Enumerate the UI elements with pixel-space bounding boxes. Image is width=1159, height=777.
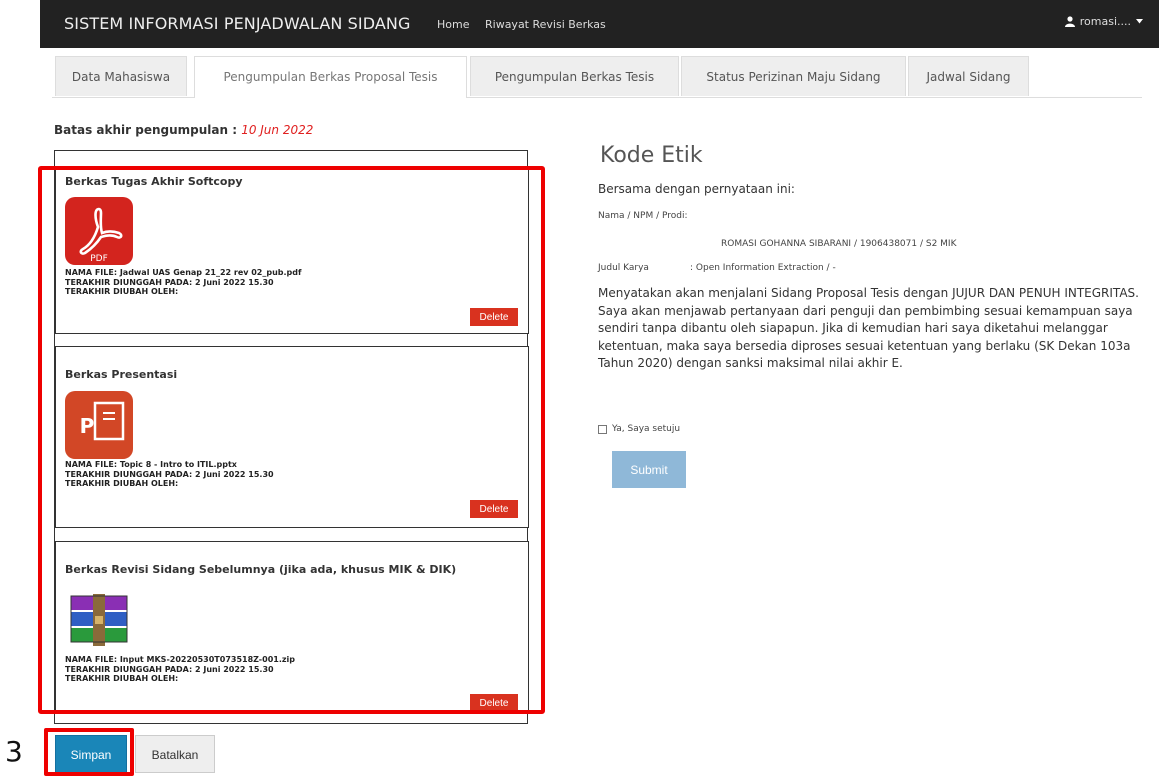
top-navbar: SISTEM INFORMASI PENJADWALAN SIDANG Home… bbox=[40, 0, 1159, 48]
nama-label: Nama / NPM / Prodi: bbox=[598, 211, 688, 221]
tab-data-mahasiswa[interactable]: Data Mahasiswa bbox=[55, 56, 187, 96]
user-icon bbox=[1064, 16, 1075, 27]
tab-pengumpulan-berkas-tesis[interactable]: Pengumpulan Berkas Tesis bbox=[470, 56, 679, 96]
tab-status-perizinan[interactable]: Status Perizinan Maju Sidang bbox=[681, 56, 906, 96]
submit-button[interactable]: Submit bbox=[612, 451, 686, 488]
deadline-text: Batas akhir pengumpulan : bbox=[54, 123, 242, 137]
nama-value: ROMASI GOHANNA SIBARANI / 1906438071 / S… bbox=[721, 239, 957, 249]
agree-checkbox[interactable] bbox=[598, 424, 607, 434]
tab-pengumpulan-berkas-proposal[interactable]: Pengumpulan Berkas Proposal Tesis bbox=[194, 56, 467, 98]
agree-label: Ya, Saya setuju bbox=[612, 424, 681, 434]
app-brand[interactable]: SISTEM INFORMASI PENJADWALAN SIDANG bbox=[64, 14, 410, 33]
batalkan-button[interactable]: Batalkan bbox=[135, 735, 215, 773]
agree-checkbox-row[interactable]: Ya, Saya setuju bbox=[598, 424, 680, 434]
deadline-date: 10 Jun 2022 bbox=[241, 123, 314, 137]
user-menu[interactable]: romasi.... bbox=[1064, 15, 1143, 28]
tab-jadwal-sidang[interactable]: Jadwal Sidang bbox=[908, 56, 1029, 96]
kode-etik-intro: Bersama dengan pernyataan ini: bbox=[598, 182, 795, 196]
nav-home[interactable]: Home bbox=[437, 18, 469, 31]
annotation-highlight-files bbox=[38, 166, 545, 714]
annotation-mark bbox=[0, 420, 4, 434]
judul-label: Judul Karya bbox=[598, 263, 649, 273]
tab-bar: Data Mahasiswa Pengumpulan Berkas Propos… bbox=[52, 56, 1142, 98]
kode-etik-title: Kode Etik bbox=[600, 143, 703, 168]
annotation-step-number: 3 bbox=[5, 735, 23, 768]
statement-paragraph: Menyatakan akan menjalani Sidang Proposa… bbox=[598, 286, 1139, 371]
annotation-highlight-simpan bbox=[44, 728, 134, 776]
deadline-label: Batas akhir pengumpulan : 10 Jun 2022 bbox=[54, 123, 313, 137]
caret-down-icon bbox=[1136, 19, 1143, 24]
judul-value: : Open Information Extraction / - bbox=[690, 263, 836, 273]
user-name: romasi.... bbox=[1079, 15, 1131, 28]
nav-riwayat-revisi[interactable]: Riwayat Revisi Berkas bbox=[485, 18, 606, 31]
